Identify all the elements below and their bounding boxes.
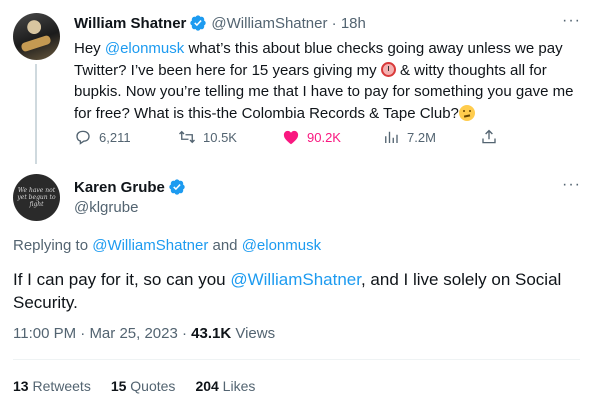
- tweet-time[interactable]: 11:00 PM: [13, 325, 76, 342]
- verified-badge-icon: [169, 179, 185, 195]
- header-separator: ·: [331, 14, 337, 32]
- like-count: 90.2K: [307, 129, 341, 145]
- likes-stat[interactable]: 204 Likes: [195, 378, 255, 394]
- parent-more-options-icon[interactable]: ···: [562, 12, 581, 30]
- reply-count: 6,211: [99, 129, 131, 145]
- quotes-stat[interactable]: 15 Quotes: [111, 378, 176, 394]
- reply-icon: [76, 130, 90, 145]
- alarm-clock-emoji-icon: [380, 61, 396, 77]
- tweet-date[interactable]: Mar 25, 2023: [89, 325, 177, 342]
- replying-mention-williamshatner[interactable]: @WilliamShatner: [92, 237, 208, 254]
- focal-more-options-icon[interactable]: ···: [562, 176, 581, 194]
- retweets-stat[interactable]: 13 Retweets: [13, 378, 91, 394]
- views-count: 43.1K: [191, 325, 232, 342]
- tweet-meta: 11:00 PM · Mar 25, 2023 · 43.1K Views: [13, 325, 276, 342]
- thread-connector-line: [35, 64, 37, 164]
- mention-elonmusk-link[interactable]: @elonmusk: [105, 40, 184, 57]
- views-label: Views: [231, 325, 276, 342]
- parent-tweet-header: William Shatner @WilliamShatner · 18h: [74, 14, 366, 32]
- focal-author-handle[interactable]: @klgrube: [74, 199, 138, 216]
- reply-button[interactable]: 6,211: [74, 128, 131, 146]
- william-shatner-avatar[interactable]: [13, 13, 60, 60]
- retweet-icon: [179, 130, 195, 144]
- retweet-count: 10.5K: [203, 129, 237, 145]
- replying-mention-elonmusk[interactable]: @elonmusk: [242, 237, 321, 254]
- tweet-stats: 13 Retweets 15 Quotes 204 Likes: [13, 378, 275, 394]
- heart-filled-icon: [283, 130, 299, 145]
- views-button[interactable]: 7.2M: [382, 128, 436, 146]
- parent-tweet-time[interactable]: 18h: [341, 15, 366, 32]
- share-button[interactable]: [480, 128, 498, 146]
- retweet-button[interactable]: 10.5K: [178, 128, 237, 146]
- verified-badge-icon: [190, 15, 207, 31]
- view-count: 7.2M: [407, 129, 436, 145]
- stats-divider: [13, 359, 580, 360]
- replying-to-line: Replying to @WilliamShatner and @elonmus…: [13, 237, 322, 254]
- karen-grube-avatar[interactable]: We have not yet begun to fight: [13, 174, 60, 221]
- focal-author-name[interactable]: Karen Grube: [74, 179, 165, 196]
- parent-tweet-text: Hey @elonmusk what’s this about blue che…: [74, 40, 574, 122]
- parent-author-handle[interactable]: @WilliamShatner: [211, 15, 327, 32]
- mention-williamshatner-link[interactable]: @WilliamShatner: [230, 270, 361, 289]
- avatar-caption: We have not yet begun to fight: [17, 187, 56, 208]
- share-icon: [482, 129, 496, 144]
- like-button[interactable]: 90.2K: [282, 128, 341, 146]
- parent-author-name[interactable]: William Shatner: [74, 15, 186, 32]
- parent-tweet-actions: 6,211 10.5K 90.2K 7.2M: [74, 128, 504, 150]
- analytics-bar-icon: [385, 131, 398, 143]
- thinking-face-emoji-icon: [458, 104, 475, 121]
- focal-author-name-row: Karen Grube: [74, 178, 190, 196]
- focal-tweet-text: If I can pay for it, so can you @William…: [13, 270, 562, 312]
